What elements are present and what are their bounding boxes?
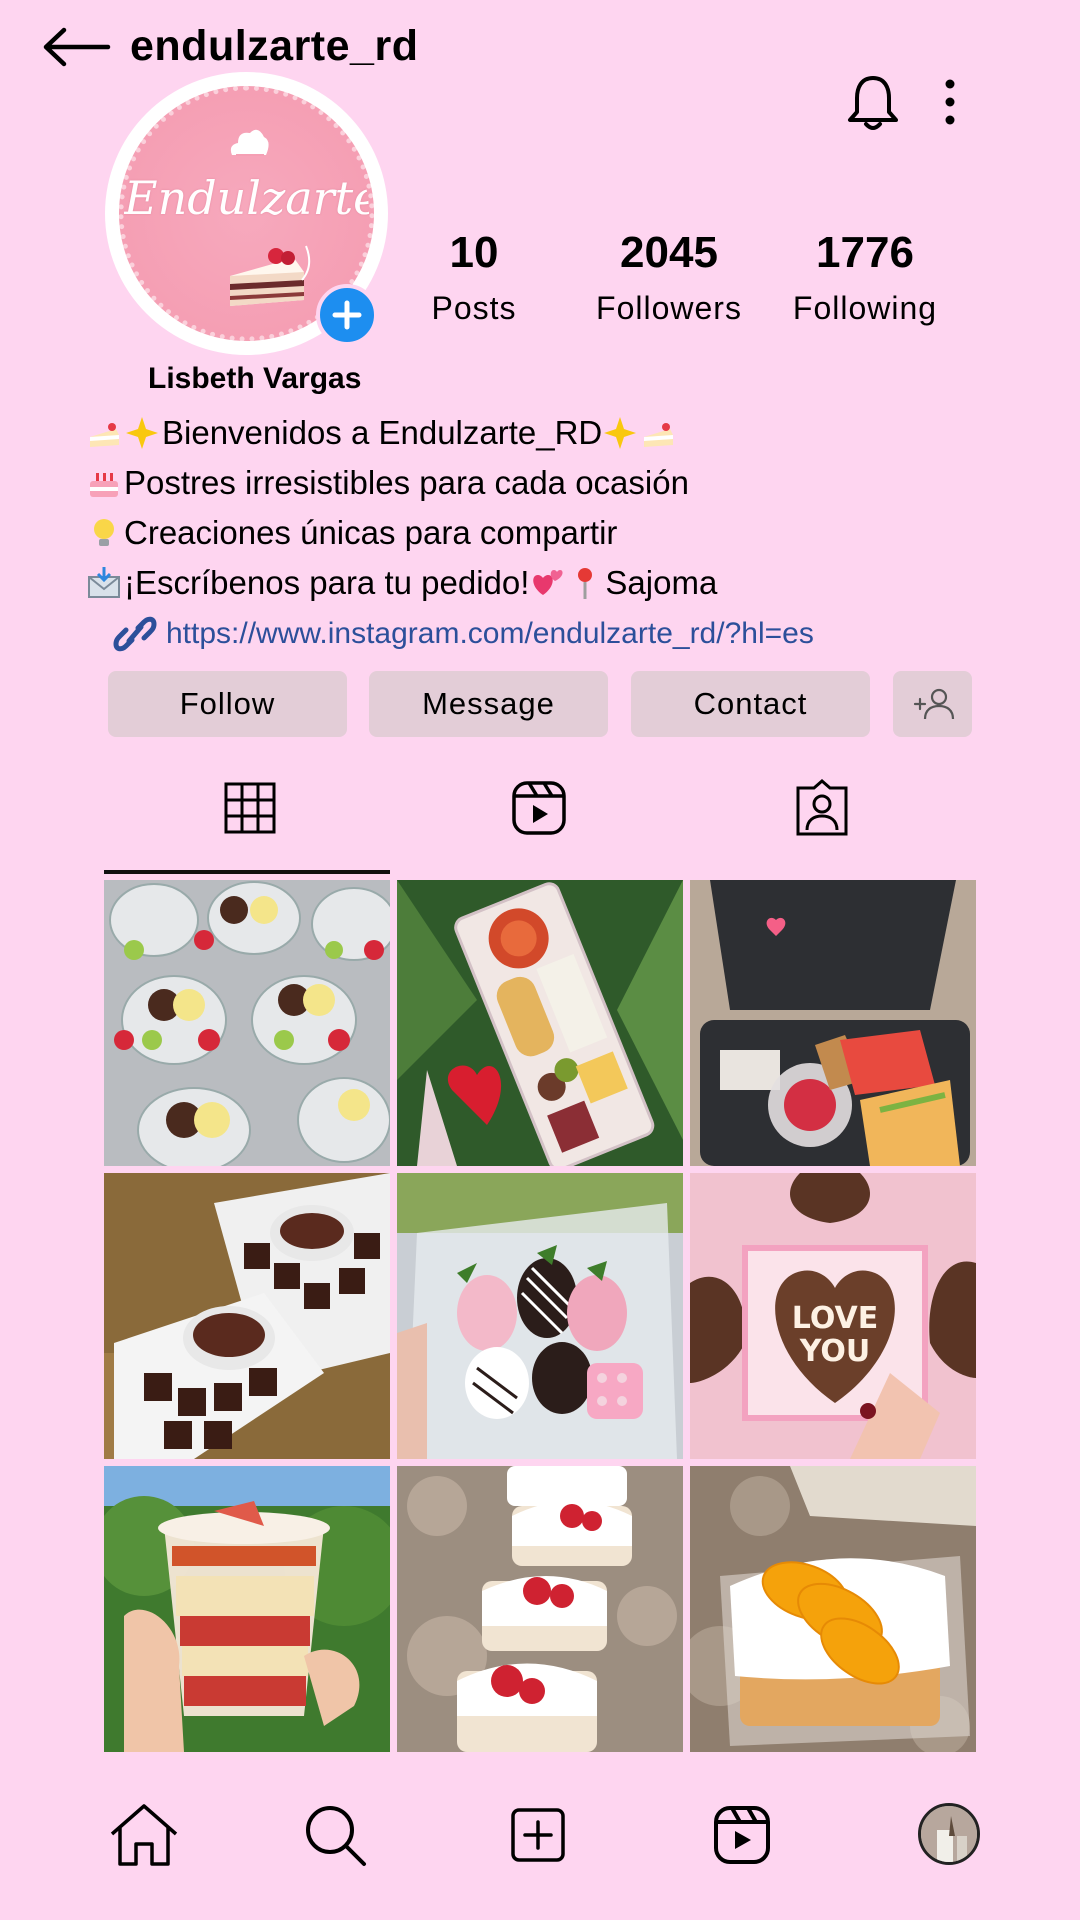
more-vertical-icon[interactable] xyxy=(930,78,970,128)
cake-icon xyxy=(90,423,119,447)
post-thumbnail[interactable] xyxy=(397,880,683,1166)
post-thumbnail[interactable]: LOVE YOU xyxy=(690,1173,976,1459)
create-icon[interactable] xyxy=(500,1800,576,1870)
bio-line-3: Creaciones únicas para compartir xyxy=(86,514,617,552)
bio-line-1: Bienvenidos a Endulzarte_RD xyxy=(86,414,678,452)
parfait-photo xyxy=(104,1466,390,1752)
cake-icon xyxy=(644,423,674,447)
post-thumbnail[interactable] xyxy=(397,1173,683,1459)
search-icon[interactable] xyxy=(298,1800,374,1870)
breakfast-box-photo xyxy=(690,880,976,1166)
bio-location: Sajoma xyxy=(605,564,718,601)
bio-line-4: ¡Escríbenos para tu pedido! Sajoma xyxy=(86,564,717,602)
link-icon xyxy=(113,616,157,652)
cake-slice-icon xyxy=(230,245,311,306)
stat-followers-count: 2045 xyxy=(620,228,718,277)
post-thumbnail[interactable] xyxy=(397,1466,683,1752)
active-tab-indicator xyxy=(104,870,390,874)
stat-following-count: 1776 xyxy=(816,228,914,277)
post-thumbnail[interactable] xyxy=(104,1466,390,1752)
grid-icon[interactable] xyxy=(220,778,280,838)
peach-cake-photo xyxy=(690,1466,976,1752)
bio-link[interactable]: https://www.instagram.com/endulzarte_rd/… xyxy=(166,617,814,651)
stat-following[interactable]: 1776 Following xyxy=(765,228,965,327)
logo-text: Endulzarte xyxy=(124,171,374,225)
post-thumbnail[interactable] xyxy=(690,880,976,1166)
whipped-cream-icon xyxy=(230,129,269,156)
charcuterie-photo xyxy=(397,880,683,1166)
stat-followers-label: Followers xyxy=(596,290,742,326)
bio-line-2: Postres irresistibles para cada ocasión xyxy=(86,464,689,502)
stat-followers[interactable]: 2045 Followers xyxy=(569,228,769,327)
add-story-button[interactable] xyxy=(316,284,378,346)
suggested-accounts-button[interactable] xyxy=(893,671,972,737)
home-icon[interactable] xyxy=(106,1800,182,1870)
bio-text-2: Postres irresistibles para cada ocasión xyxy=(124,464,689,501)
reels-icon[interactable] xyxy=(704,1800,780,1870)
bio-text-1: Bienvenidos a Endulzarte_RD xyxy=(162,414,603,451)
sparkles-icon xyxy=(126,417,158,449)
profile-username: endulzarte_rd xyxy=(130,22,419,70)
contact-button[interactable]: Contact xyxy=(631,671,870,737)
add-person-icon xyxy=(913,688,954,720)
stat-posts[interactable]: 10 Posts xyxy=(374,228,574,327)
stat-following-label: Following xyxy=(792,290,938,326)
fruit-cups-photo xyxy=(104,880,390,1166)
tagged-icon[interactable] xyxy=(792,778,852,838)
strawberry-cakes-photo xyxy=(397,1466,683,1752)
bell-icon[interactable] xyxy=(845,72,901,132)
svg-text:LOVE: LOVE xyxy=(792,1301,878,1336)
hearts-icon xyxy=(533,570,563,595)
plus-icon xyxy=(332,300,362,330)
back-arrow-icon[interactable] xyxy=(40,22,112,72)
follow-button[interactable]: Follow xyxy=(108,671,347,737)
profile-photo xyxy=(921,1806,977,1862)
stat-posts-label: Posts xyxy=(431,290,517,326)
stat-posts-count: 10 xyxy=(449,228,499,277)
display-name: Lisbeth Vargas xyxy=(148,362,362,395)
sparkles-icon xyxy=(604,417,637,449)
envelope-icon xyxy=(88,567,120,598)
post-thumbnail[interactable] xyxy=(104,1173,390,1459)
bio-text-3: Creaciones únicas para compartir xyxy=(124,514,618,551)
birthday-cake-icon xyxy=(90,473,118,497)
post-thumbnail[interactable] xyxy=(690,1466,976,1752)
love-you-brownie-photo: LOVE YOU xyxy=(690,1173,976,1459)
lightbulb-icon xyxy=(94,519,114,546)
bio-link-row[interactable]: https://www.instagram.com/endulzarte_rd/… xyxy=(112,614,814,654)
pin-icon xyxy=(578,568,593,599)
brownies-photo xyxy=(104,1173,390,1459)
svg-text:YOU: YOU xyxy=(799,1334,871,1369)
chocolate-strawberries-photo xyxy=(397,1173,683,1459)
profile-avatar[interactable] xyxy=(918,1803,980,1865)
bio-text-4: ¡Escríbenos para tu pedido! xyxy=(124,564,530,601)
message-button[interactable]: Message xyxy=(369,671,608,737)
reels-icon[interactable] xyxy=(509,778,569,838)
post-thumbnail[interactable] xyxy=(104,880,390,1166)
